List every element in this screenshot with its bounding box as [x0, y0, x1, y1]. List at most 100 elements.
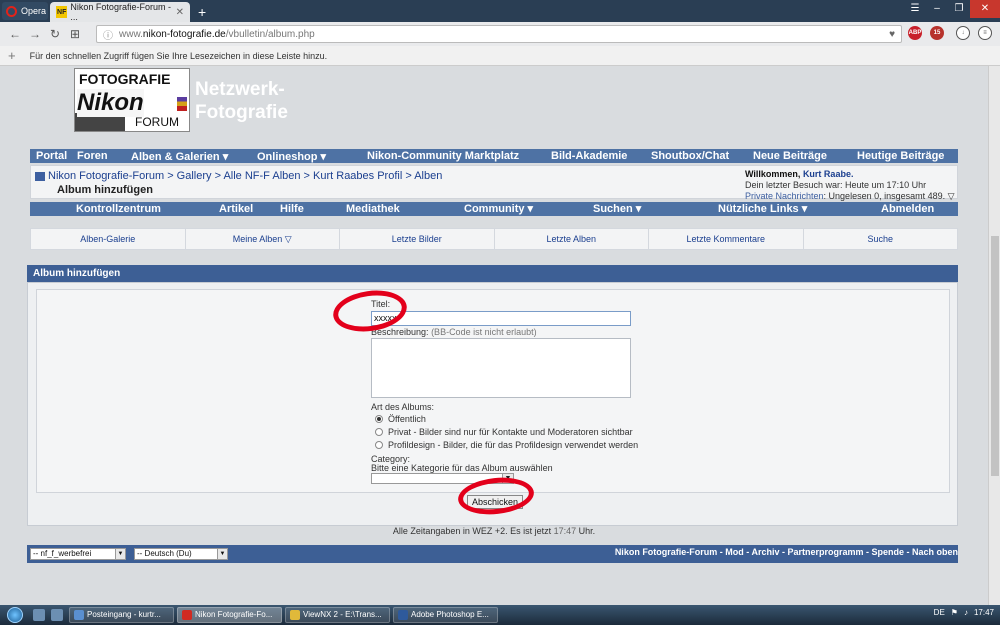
taskbar-item-mail[interactable]: Posteingang - kurtr...	[69, 607, 174, 623]
nav-marktplatz[interactable]: Nikon-Community Marktplatz	[367, 150, 519, 162]
opera-logo-icon	[6, 5, 17, 17]
welcome-box: Willkommen, Kurt Raabe. Dein letzter Bes…	[745, 169, 955, 201]
nav-kontrollzentrum[interactable]: Kontrollzentrum	[76, 202, 161, 216]
close-window-icon[interactable]: ✕	[970, 0, 1000, 18]
volume-icon[interactable]: ♪	[964, 608, 968, 617]
extension-badge-icon[interactable]: 15	[930, 26, 944, 40]
page-scrollbar[interactable]	[988, 66, 1000, 605]
nav-foren[interactable]: Foren	[77, 150, 108, 162]
subnav-suche[interactable]: Suche	[804, 229, 958, 249]
breadcrumb: Nikon Fotografie-Forum > Gallery > Alle …	[30, 165, 958, 201]
new-tab-icon[interactable]: +	[198, 4, 206, 20]
title-input[interactable]: xxxxx	[371, 311, 631, 326]
bookmarks-bar: + Für den schnellen Zugriff fügen Sie Ih…	[0, 46, 1000, 66]
nav-neue-beitraege[interactable]: Neue Beiträge	[753, 150, 827, 162]
category-hint: Bitte eine Kategorie für das Album auswä…	[371, 463, 553, 473]
photoshop-app-icon	[398, 610, 408, 620]
nav-onlineshop[interactable]: Onlineshop ▾	[257, 150, 326, 163]
menu-icon[interactable]: ≡	[978, 26, 992, 40]
secondary-nav: Kontrollzentrum Artikel Hilfe Mediathek …	[30, 202, 958, 216]
album-type-label: Art des Albums:	[371, 402, 435, 412]
opera-menu-button[interactable]: Opera	[2, 2, 48, 20]
nav-nuetzliche-links[interactable]: Nützliche Links ▾	[718, 202, 807, 216]
windows-logo-icon	[7, 607, 23, 623]
download-icon[interactable]: ↓	[956, 26, 970, 40]
subnav-meine-alben[interactable]: Meine Alben ▽	[186, 229, 340, 249]
breadcrumb-path[interactable]: Nikon Fotografie-Forum > Gallery > Alle …	[48, 170, 442, 182]
taskbar-item-viewnx[interactable]: ViewNX 2 - E:\Trans...	[285, 607, 390, 623]
subnav-letzte-kommentare[interactable]: Letzte Kommentare	[649, 229, 804, 249]
page-title: Album hinzufügen	[57, 184, 153, 196]
nav-mediathek[interactable]: Mediathek	[346, 202, 400, 216]
radio-icon	[375, 428, 383, 436]
nav-community[interactable]: Community ▾	[464, 202, 533, 216]
clock[interactable]: 17:47	[974, 608, 994, 617]
back-icon[interactable]: ←	[6, 27, 24, 41]
tab-menu-icon[interactable]: ☰	[904, 0, 926, 18]
taskbar-item-opera[interactable]: Nikon Fotografie-Fo...	[177, 607, 282, 623]
nav-artikel[interactable]: Artikel	[219, 202, 253, 216]
logo-color-bars	[177, 97, 187, 111]
language-indicator[interactable]: DE	[934, 608, 945, 617]
nav-shoutbox[interactable]: Shoutbox/Chat	[651, 150, 729, 162]
radio-profile-design[interactable]: Profildesign - Bilder, die für das Profi…	[375, 440, 638, 450]
radio-public[interactable]: Öffentlich	[375, 414, 426, 424]
site-logo[interactable]: FOTOGRAFIE Nikon FORUM	[74, 68, 190, 132]
nav-hilfe[interactable]: Hilfe	[280, 202, 304, 216]
chevron-down-icon: ▼	[217, 549, 227, 559]
nav-bild-akademie[interactable]: Bild-Akademie	[551, 150, 627, 162]
minimize-icon[interactable]: –	[926, 0, 948, 18]
site-tagline: Netzwerk- Fotografie	[195, 79, 288, 123]
subnav-letzte-bilder[interactable]: Letzte Bilder	[340, 229, 495, 249]
description-label: Beschreibung: (BB-Code ist nicht erlaubt…	[371, 327, 537, 337]
start-button[interactable]	[0, 605, 30, 625]
form-heading: Album hinzufügen	[27, 265, 958, 282]
main-nav: Portal Foren Alben & Galerien ▾ Onlinesh…	[30, 149, 958, 163]
system-tray: DE ⚑ ♪ 17:47	[934, 608, 994, 617]
page-viewport: FOTOGRAFIE Nikon FORUM Netzwerk- Fotogra…	[0, 66, 988, 605]
timezone-note: Alle Zeitangaben in WEZ +2. Es ist jetzt…	[392, 526, 596, 536]
form-body: Titel: xxxxx Beschreibung: (BB-Code ist …	[36, 289, 950, 493]
url-field[interactable]: ⓘ www. nikon-fotografie.de/vbulletin/albu…	[96, 25, 902, 43]
private-messages-link[interactable]: Private Nachrichten	[745, 191, 824, 201]
add-bookmark-icon[interactable]: +	[8, 48, 16, 63]
tray-icon[interactable]: ⚑	[951, 608, 958, 617]
mail-app-icon	[74, 610, 84, 620]
site-info-icon[interactable]: ⓘ	[103, 27, 113, 42]
tab-bar: Opera NF Nikon Fotografie-Forum - ... ✕ …	[0, 0, 1000, 22]
language-select[interactable]: -- Deutsch (Du) ▼	[134, 548, 228, 560]
bookmark-heart-icon[interactable]: ♥	[889, 29, 895, 40]
tab-close-icon[interactable]: ✕	[176, 7, 184, 18]
subnav-alben-galerie[interactable]: Alben-Galerie	[31, 229, 186, 249]
radio-icon	[375, 441, 383, 449]
nav-portal[interactable]: Portal	[36, 150, 67, 162]
maximize-icon[interactable]: ❐	[948, 0, 970, 18]
speed-dial-icon[interactable]: ⊞	[66, 27, 84, 41]
username-link[interactable]: Kurt Raabe.	[803, 169, 854, 179]
forward-icon[interactable]: →	[26, 27, 44, 41]
quicklaunch-icon[interactable]	[51, 609, 63, 621]
chevron-down-icon: ▼	[115, 549, 125, 559]
style-select[interactable]: -- nf_f_werbefrei ▼	[30, 548, 126, 560]
browser-window: Opera NF Nikon Fotografie-Forum - ... ✕ …	[0, 0, 1000, 605]
nav-heutige-beitraege[interactable]: Heutige Beiträge	[857, 150, 944, 162]
footer-links[interactable]: Nikon Fotografie-Forum - Mod - Archiv - …	[615, 547, 958, 557]
viewnx-app-icon	[290, 610, 300, 620]
quicklaunch-icon[interactable]	[33, 609, 45, 621]
page-footer: -- nf_f_werbefrei ▼ -- Deutsch (Du) ▼ Niko…	[27, 545, 958, 563]
nav-abmelden[interactable]: Abmelden	[881, 202, 934, 216]
favicon-icon: NF	[56, 6, 68, 18]
description-textarea[interactable]	[371, 338, 631, 398]
scrollbar-thumb[interactable]	[991, 236, 999, 476]
radio-private[interactable]: Privat - Bilder sind nur für Kontakte un…	[375, 427, 633, 437]
home-icon[interactable]	[35, 172, 45, 181]
adblock-icon[interactable]: ABP	[908, 26, 922, 40]
nav-alben-galerien[interactable]: Alben & Galerien ▾	[131, 150, 228, 163]
subnav-letzte-alben[interactable]: Letzte Alben	[495, 229, 649, 249]
taskbar-item-photoshop[interactable]: Adobe Photoshop E...	[393, 607, 498, 623]
browser-tab[interactable]: NF Nikon Fotografie-Forum - ... ✕	[50, 2, 190, 22]
address-bar: ← → ↻ ⊞ ⓘ www. nikon-fotografie.de/vbulle…	[0, 22, 1000, 46]
reload-icon[interactable]: ↻	[46, 27, 64, 41]
album-subnav: Alben-Galerie Meine Alben ▽ Letzte Bilde…	[30, 228, 958, 250]
nav-suchen[interactable]: Suchen ▾	[593, 202, 641, 216]
